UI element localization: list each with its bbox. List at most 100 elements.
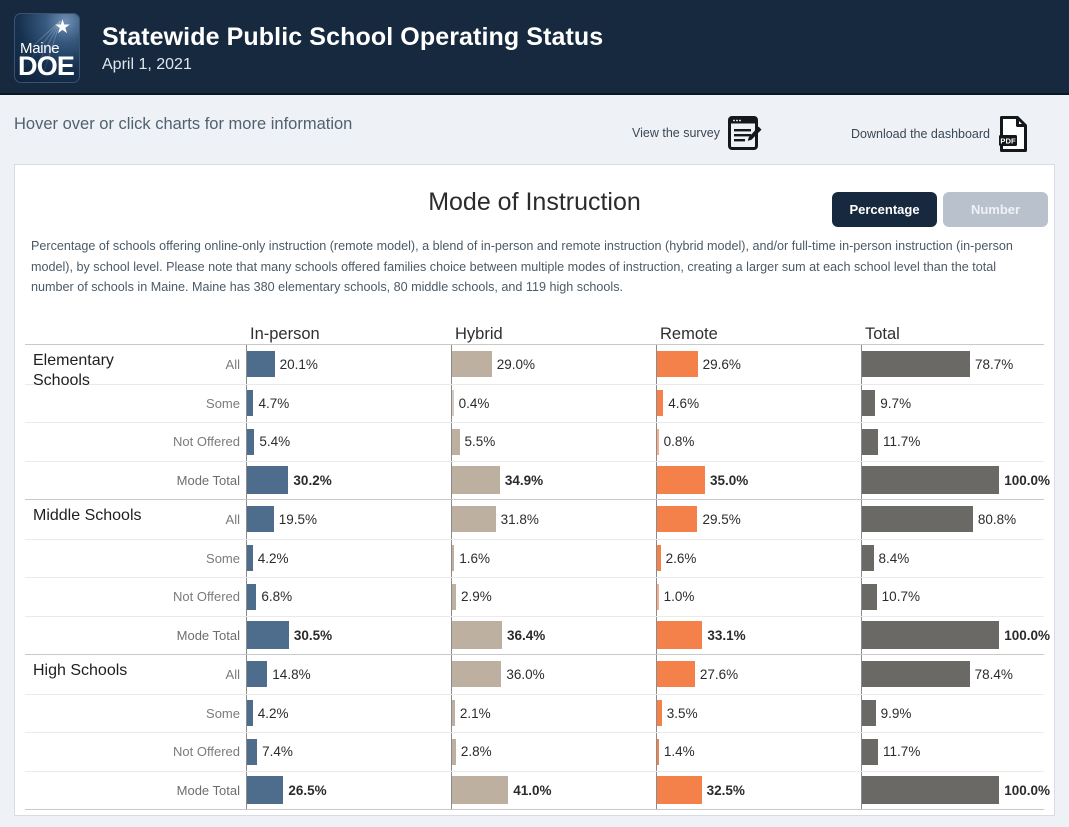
bar[interactable] [657,661,695,688]
bar-cell-hybrid[interactable]: 36.0% [451,655,656,694]
bar[interactable] [657,583,659,610]
bar[interactable] [452,351,492,378]
bar[interactable] [452,428,460,455]
bar-cell-in-person[interactable]: 4.2% [246,694,451,732]
bar[interactable] [247,466,289,495]
toggle-percentage-button[interactable]: Percentage [832,192,937,227]
bar-cell-remote[interactable]: 27.6% [656,655,861,694]
bar[interactable] [247,506,274,533]
bar-cell-hybrid[interactable]: 0.4% [451,384,656,422]
bar[interactable] [247,428,255,455]
bar-cell-remote[interactable]: 1.4% [656,733,861,771]
bar[interactable] [657,506,698,533]
bar-cell-remote[interactable]: 29.6% [656,345,861,384]
bar-cell-in-person[interactable]: 19.5% [246,500,451,539]
chart-row[interactable]: All 20.1% 29.0% 29.6% 78.7% [25,345,1044,384]
bar-cell-remote[interactable]: 32.5% [656,771,861,809]
bar[interactable] [452,661,502,688]
bar-cell-hybrid[interactable]: 29.0% [451,345,656,384]
bar-cell-in-person[interactable]: 20.1% [246,345,451,384]
bar-cell-in-person[interactable]: 7.4% [246,733,451,771]
chart-row[interactable]: Some 4.2% 2.1% 3.5% 9.9% [25,693,1044,732]
bar-cell-total[interactable]: 100.0% [861,616,1066,654]
bar-cell-total[interactable]: 10.7% [861,578,1066,616]
bar[interactable] [657,428,659,455]
bar[interactable] [862,583,877,610]
bar-cell-total[interactable]: 80.8% [861,500,1066,539]
bar-cell-in-person[interactable]: 6.8% [246,578,451,616]
bar-cell-hybrid[interactable]: 36.4% [451,616,656,654]
bar-cell-remote[interactable]: 29.5% [656,500,861,539]
bar[interactable] [452,621,502,650]
bar-cell-remote[interactable]: 4.6% [656,384,861,422]
bar-cell-hybrid[interactable]: 2.9% [451,578,656,616]
bar-cell-in-person[interactable]: 4.7% [246,384,451,422]
bar-cell-hybrid[interactable]: 2.8% [451,733,656,771]
bar-cell-total[interactable]: 100.0% [861,771,1066,809]
chart-row[interactable]: Some 4.2% 1.6% 2.6% 8.4% [25,538,1044,577]
view-survey-link[interactable]: View the survey [632,115,762,151]
bar-cell-in-person[interactable]: 14.8% [246,655,451,694]
bar[interactable] [247,738,258,765]
bar[interactable] [247,661,268,688]
bar[interactable] [452,776,509,805]
bar[interactable] [862,621,1000,650]
chart-row[interactable]: Mode Total 30.2% 34.9% 35.0% 100.0% [25,460,1050,499]
bar-cell-total[interactable]: 11.7% [861,423,1066,461]
bar-cell-hybrid[interactable]: 34.9% [451,461,656,499]
bar-cell-hybrid[interactable]: 5.5% [451,423,656,461]
chart-row[interactable]: All 14.8% 36.0% 27.6% 78.4% [25,655,1044,694]
chart-row[interactable]: Not Offered 7.4% 2.8% 1.4% 11.7% [25,732,1044,771]
bar-cell-total[interactable]: 78.7% [861,345,1066,384]
bar[interactable] [862,738,879,765]
bar[interactable] [862,776,1000,805]
bar-cell-in-person[interactable]: 30.2% [246,461,451,499]
bar[interactable] [657,466,706,495]
bar-cell-hybrid[interactable]: 1.6% [451,539,656,577]
bar-cell-remote[interactable]: 1.0% [656,578,861,616]
chart-row[interactable]: Not Offered 5.4% 5.5% 0.8% 11.7% [25,422,1044,461]
chart-row[interactable]: All 19.5% 31.8% 29.5% 80.8% [25,500,1044,539]
bar-cell-in-person[interactable]: 30.5% [246,616,451,654]
bar-cell-remote[interactable]: 33.1% [656,616,861,654]
bar[interactable] [862,466,1000,495]
bar[interactable] [862,545,874,572]
bar-cell-in-person[interactable]: 26.5% [246,771,451,809]
bar[interactable] [247,621,289,650]
download-dashboard-link[interactable]: Download the dashboard PDF [851,115,1029,153]
bar-cell-total[interactable]: 9.9% [861,694,1066,732]
bar-cell-in-person[interactable]: 4.2% [246,539,451,577]
bar[interactable] [862,661,970,688]
bar-cell-total[interactable]: 11.7% [861,733,1066,771]
bar-cell-remote[interactable]: 3.5% [656,694,861,732]
bar[interactable] [452,506,496,533]
bar-cell-remote[interactable]: 2.6% [656,539,861,577]
bar[interactable] [452,390,454,417]
bar[interactable] [657,351,698,378]
bar-cell-remote[interactable]: 35.0% [656,461,861,499]
bar[interactable] [862,700,876,727]
bar-cell-total[interactable]: 9.7% [861,384,1066,422]
bar[interactable] [247,776,284,805]
bar[interactable] [247,583,257,610]
bar-cell-total[interactable]: 8.4% [861,539,1066,577]
bar-cell-total[interactable]: 78.4% [861,655,1066,694]
bar[interactable] [862,428,879,455]
bar[interactable] [862,390,876,417]
bar[interactable] [247,351,275,378]
chart-row[interactable]: Mode Total 30.5% 36.4% 33.1% 100.0% [25,615,1050,654]
bar[interactable] [452,466,500,495]
bar-cell-hybrid[interactable]: 31.8% [451,500,656,539]
bar[interactable] [657,621,703,650]
bar[interactable] [657,776,702,805]
bar-cell-hybrid[interactable]: 41.0% [451,771,656,809]
chart-row[interactable]: Some 4.7% 0.4% 4.6% 9.7% [25,383,1044,422]
toggle-number-button[interactable]: Number [943,192,1048,227]
bar-cell-hybrid[interactable]: 2.1% [451,694,656,732]
chart-row[interactable]: Not Offered 6.8% 2.9% 1.0% 10.7% [25,577,1044,616]
bar-cell-remote[interactable]: 0.8% [656,423,861,461]
bar[interactable] [862,351,970,378]
bar-cell-total[interactable]: 100.0% [861,461,1066,499]
bar[interactable] [862,506,973,533]
bar-cell-in-person[interactable]: 5.4% [246,423,451,461]
